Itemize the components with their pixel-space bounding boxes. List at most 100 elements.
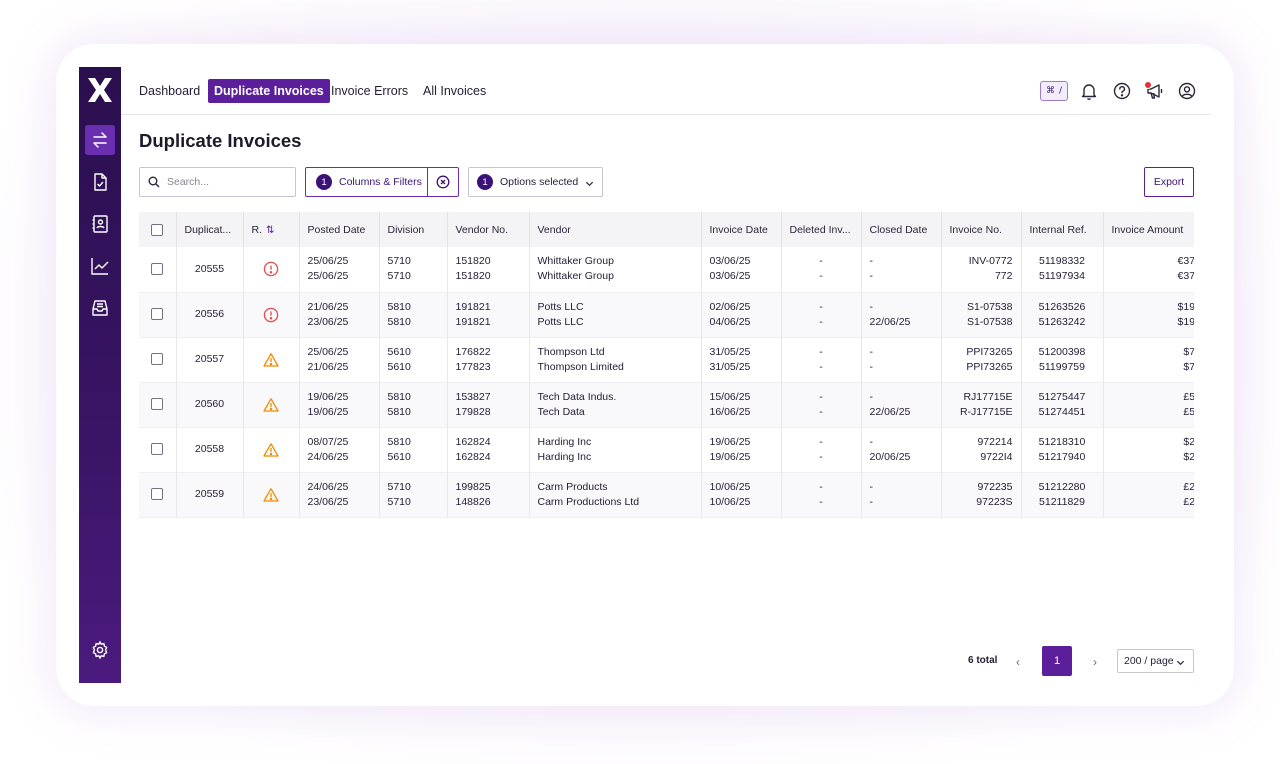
- vendor-value: Whittaker Group: [537, 255, 614, 268]
- col-header-invoice-no[interactable]: Invoice No.: [941, 212, 1022, 247]
- row-checkbox[interactable]: [151, 308, 164, 321]
- invoice-date-value: 03/06/25: [709, 255, 751, 268]
- col-header-internal-ref[interactable]: Internal Ref.: [1021, 212, 1104, 247]
- sidebar-item-invoices[interactable]: [85, 167, 115, 197]
- clear-filters-button[interactable]: [427, 167, 459, 197]
- vendor-cell: Carm Products Carm Productions Ltd: [529, 472, 702, 517]
- warning-icon[interactable]: [252, 397, 291, 413]
- invoice-no-value: 772: [994, 270, 1013, 283]
- row-checkbox[interactable]: [151, 398, 164, 411]
- warning-icon[interactable]: [252, 352, 291, 368]
- invoice-date-value: 10/06/25: [709, 495, 751, 508]
- prev-page-icon[interactable]: ‹: [1016, 655, 1020, 669]
- vendor-value: Tech Data: [537, 405, 585, 418]
- row-checkbox[interactable]: [151, 443, 164, 456]
- col-header-invoice-date[interactable]: Invoice Date: [701, 212, 782, 247]
- table-row[interactable]: 20555 25/06/25 25/06/25 5710 5710 151820 15182…: [139, 247, 1194, 292]
- invoice-no-cell: INV-0772 772: [941, 247, 1022, 292]
- deleted-invoice-value: -: [819, 360, 823, 373]
- tab-duplicate-invoices[interactable]: Duplicate Invoices: [208, 79, 330, 103]
- vendor-no-value: 151820: [455, 255, 491, 268]
- posted-date-value: 24/06/25: [307, 450, 349, 463]
- row-checkbox[interactable]: [151, 488, 164, 501]
- status-cell: [243, 337, 300, 382]
- posted-date-value: 25/06/25: [307, 270, 349, 283]
- vendor-value: Whittaker Group: [537, 270, 614, 283]
- col-header-r[interactable]: R. ⇅: [243, 212, 300, 247]
- command-shortcut-button[interactable]: ⌘ /: [1040, 81, 1068, 101]
- next-page-icon[interactable]: ›: [1093, 655, 1097, 669]
- vendor-no-cell: 176822 177823: [447, 337, 530, 382]
- col-header-vendor-no[interactable]: Vendor No.: [447, 212, 530, 247]
- page-1-button[interactable]: 1: [1042, 646, 1072, 676]
- vendor-no-cell: 153827 179828: [447, 382, 530, 427]
- sidebar-item-settings[interactable]: [85, 635, 115, 665]
- duplicate-id: 20559: [176, 472, 244, 517]
- col-header-deleted-invoice[interactable]: Deleted Inv...: [781, 212, 862, 247]
- columns-filters-button[interactable]: 1 Columns & Filters: [305, 167, 428, 197]
- sidebar: [79, 67, 121, 683]
- table-row[interactable]: 20556 21/06/25 23/06/25 5810 5810 191821 19182…: [139, 292, 1194, 337]
- error-icon[interactable]: [252, 307, 291, 323]
- internal-ref-value: 51211829: [1039, 495, 1085, 508]
- invoice-amount-value: £2,000: [1183, 480, 1194, 493]
- col-header-invoice-amount[interactable]: Invoice Amount: [1103, 212, 1194, 247]
- sidebar-item-vendors[interactable]: [85, 209, 115, 239]
- division-cell: 5810 5810: [379, 382, 448, 427]
- search-box[interactable]: [139, 167, 296, 197]
- invoice-amount-value: $19,408: [1177, 300, 1194, 313]
- tab-invoice-errors[interactable]: Invoice Errors: [325, 79, 414, 103]
- tab-dashboard[interactable]: Dashboard: [133, 79, 206, 103]
- table-header-row: Duplicat... R. ⇅ Posted Date Division Ven…: [139, 212, 1194, 247]
- vendor-cell: Tech Data Indus. Tech Data: [529, 382, 702, 427]
- internal-ref-value: 51199759: [1039, 360, 1085, 373]
- help-icon[interactable]: [1112, 81, 1132, 101]
- tab-all-invoices[interactable]: All Invoices: [417, 79, 492, 103]
- command-key: ⌘: [1045, 86, 1055, 96]
- table-row[interactable]: 20559 24/06/25 23/06/25 5710 5710 199825 14882…: [139, 472, 1194, 517]
- invoice-amount-value: $7,000: [1183, 345, 1194, 358]
- table-row[interactable]: 20560 19/06/25 19/06/25 5810 5810 153827 17982…: [139, 382, 1194, 427]
- row-checkbox[interactable]: [151, 262, 164, 275]
- export-button[interactable]: Export: [1144, 167, 1194, 197]
- vendor-cell: Harding Inc Harding Inc: [529, 427, 702, 472]
- vendor-value: Potts LLC: [537, 315, 584, 328]
- invoice-amount-cell: $2,004 $2,004: [1103, 427, 1194, 472]
- bell-icon[interactable]: [1079, 81, 1099, 101]
- col-header-duplicate[interactable]: Duplicat...: [176, 212, 244, 247]
- table-row[interactable]: 20558 08/07/25 24/06/25 5810 5610 162824 16282…: [139, 427, 1194, 472]
- row-checkbox[interactable]: [151, 353, 164, 366]
- status-cell: [243, 382, 300, 427]
- page-size-select[interactable]: 200 / page: [1117, 649, 1194, 673]
- warning-icon[interactable]: [252, 487, 291, 503]
- sidebar-item-analytics[interactable]: [85, 251, 115, 281]
- chevron-down-icon: [585, 181, 594, 187]
- sidebar-item-inbox[interactable]: [85, 293, 115, 323]
- invoice-amount-value: $2,004: [1183, 435, 1194, 448]
- invoice-no-value: R-J17715E: [959, 405, 1013, 418]
- sidebar-item-duplicates[interactable]: [85, 125, 115, 155]
- division-value: 5810: [387, 315, 411, 328]
- warning-icon[interactable]: [252, 442, 291, 458]
- sort-icon[interactable]: ⇅: [266, 225, 274, 236]
- posted-date-value: 25/06/25: [307, 345, 349, 358]
- col-header-division[interactable]: Division: [379, 212, 448, 247]
- col-header-posted-date[interactable]: Posted Date: [299, 212, 380, 247]
- select-all-checkbox[interactable]: [151, 223, 164, 236]
- invoice-date-cell: 03/06/25 03/06/25: [701, 247, 782, 292]
- user-icon[interactable]: [1177, 81, 1197, 101]
- vendor-no-value: 162824: [455, 435, 491, 448]
- table-row[interactable]: 20557 25/06/25 21/06/25 5610 5610 176822 17782…: [139, 337, 1194, 382]
- vendor-no-cell: 162824 162824: [447, 427, 530, 472]
- options-select[interactable]: 1 Options selected: [468, 167, 603, 197]
- row-select-cell: [139, 382, 177, 427]
- search-input[interactable]: [167, 173, 287, 191]
- invoice-amount-cell: $19,408 $19,408: [1103, 292, 1194, 337]
- deleted-invoice-value: -: [819, 405, 823, 418]
- page-size-label: 200 / page: [1124, 655, 1174, 667]
- col-header-vendor[interactable]: Vendor: [529, 212, 702, 247]
- error-icon[interactable]: [252, 261, 291, 277]
- table-body: 20555 25/06/25 25/06/25 5710 5710 151820 15182…: [139, 247, 1194, 517]
- invoice-amount-value: £2,000: [1183, 495, 1194, 508]
- col-header-closed-date[interactable]: Closed Date: [861, 212, 942, 247]
